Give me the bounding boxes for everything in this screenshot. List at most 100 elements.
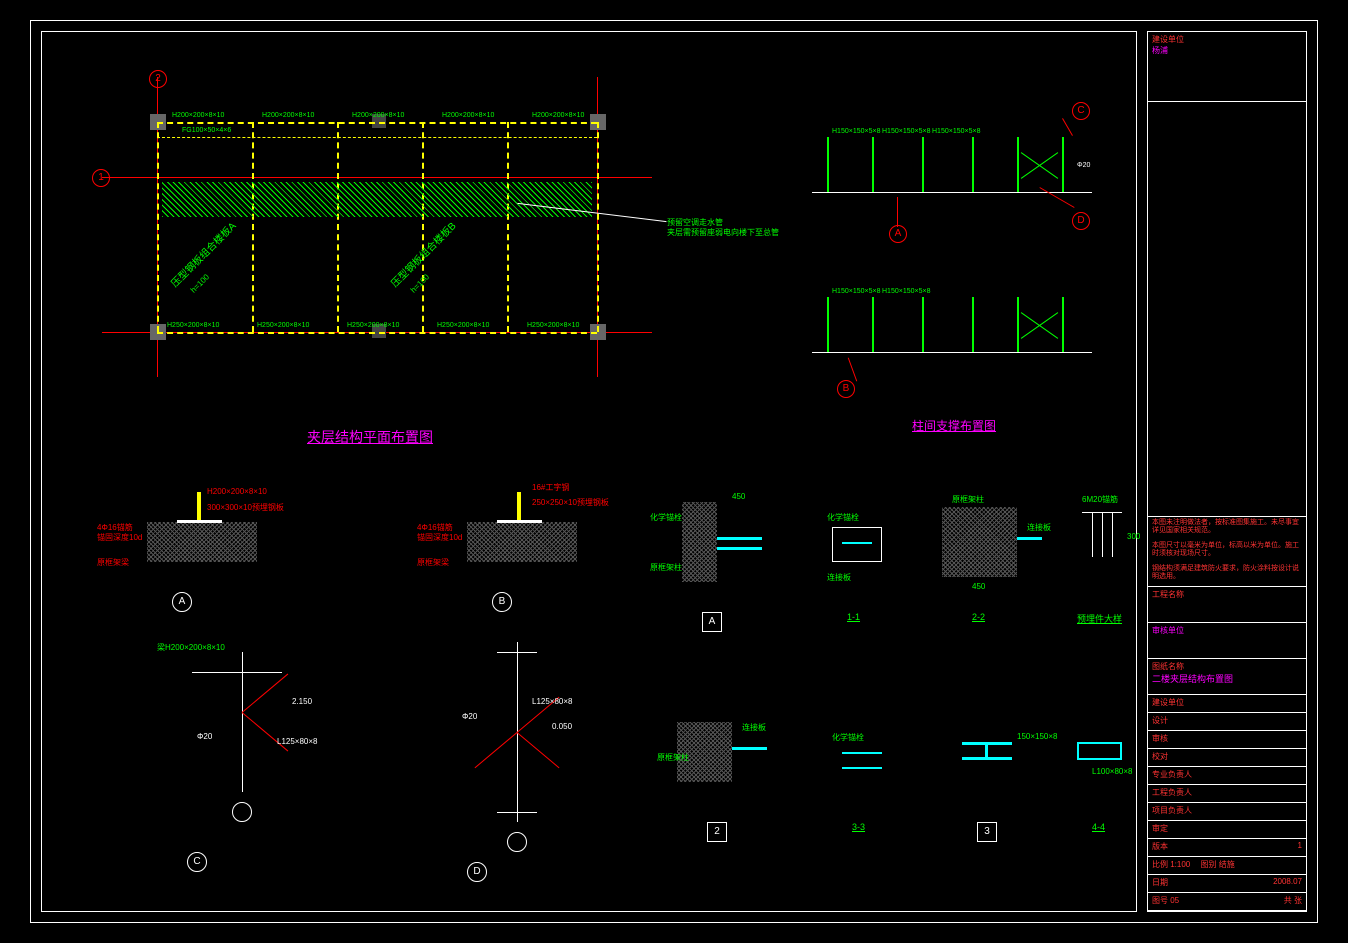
brace-label: H150×150×5×8: [882, 128, 930, 135]
det-tag-hex3: 3: [977, 822, 997, 842]
tb-review: 审核单位: [1148, 623, 1306, 659]
det-tag-d: D: [467, 862, 487, 882]
sec22-dim: 450: [972, 582, 985, 591]
grid-line-1: [102, 177, 652, 178]
leader: [1062, 118, 1073, 136]
drawing-area: 1 2 H200×200×8×10 H200×200×8×10 H200×200…: [41, 31, 1137, 912]
det-c-l1: 梁H200×200×8×10: [157, 642, 225, 653]
column-section: [942, 507, 1017, 577]
brace-col: [972, 137, 974, 192]
beam-label: H250×200×8×10: [437, 322, 489, 329]
tb-unit: 建设单位杨浦: [1148, 32, 1306, 102]
det-d-l3: Φ20: [462, 712, 477, 721]
grid-bubble-2: 2: [149, 70, 167, 88]
brace-col: [922, 297, 924, 352]
x-brace: [1017, 297, 1062, 352]
tb-drawing-name: 图纸名称二楼夹层结构布置图: [1148, 659, 1306, 695]
line: [192, 672, 282, 673]
det-d-l1: L125×80×8: [532, 697, 573, 706]
tb-r5: 建设单位: [1148, 695, 1306, 713]
tb-project: 工程名称: [1148, 587, 1306, 623]
tb-label: 审核单位: [1152, 626, 1184, 635]
tb-label: 日期: [1152, 878, 1168, 887]
brace-col: [1062, 297, 1064, 352]
det-tag-hex2: 2: [707, 822, 727, 842]
tb-label2: 图别: [1201, 860, 1217, 869]
det-tag-a: A: [172, 592, 192, 612]
leader: [897, 197, 898, 227]
steel-beam: [717, 537, 762, 540]
brace-line: [475, 732, 518, 768]
tb-spacer: [1148, 102, 1306, 517]
brace-col: [827, 137, 829, 192]
brace-label: H150×150×5×8: [882, 288, 930, 295]
tb-r14: 比例 1:100 图别 结施: [1148, 857, 1306, 875]
tb-note2: 本图尺寸以毫米为单位，标高以米为单位。施工时须核对现场尺寸。: [1152, 542, 1299, 557]
beam: [252, 122, 254, 332]
line: [497, 812, 537, 813]
tb-label: 图纸名称: [1152, 662, 1184, 671]
tb-r16: 图号 05 共 张: [1148, 893, 1306, 911]
det-tag-d-circle: [507, 832, 527, 852]
beam-label: H200×200×8×10: [532, 112, 584, 119]
plate: [177, 520, 222, 523]
beam-label: H200×200×8×10: [262, 112, 314, 119]
ground-line: [812, 352, 1092, 353]
bubble-c: C: [1072, 102, 1090, 120]
hatched-panel: [162, 182, 592, 217]
brace-label: H150×150×5×8: [832, 288, 880, 295]
leader: [848, 358, 857, 382]
line: [497, 652, 537, 653]
tb-val: 二楼夹层结构布置图: [1152, 674, 1233, 684]
det-b-l5: 原框架梁: [417, 557, 449, 568]
anchor: [1112, 512, 1113, 557]
steel-beam: [717, 547, 762, 550]
tb-r8: 校对: [1148, 749, 1306, 767]
beam: [507, 122, 509, 332]
det-a-l1: H200×200×8×10: [207, 487, 267, 496]
drawing-frame: 1 2 H200×200×8×10 H200×200×8×10 H200×200…: [30, 20, 1318, 923]
tb-val: 杨浦: [1152, 46, 1168, 55]
det2-l2: 连接板: [742, 722, 766, 733]
beam-label: FG100×50×4×6: [182, 127, 231, 134]
note: 夹层需预留座弱电向楼下至总管: [667, 227, 779, 238]
beam: [337, 122, 339, 332]
beam-label: H250×200×8×10: [527, 322, 579, 329]
steel: [842, 542, 872, 544]
sec11-l1: 化学锚栓: [827, 512, 859, 523]
det-ha-l2: 原框架柱: [650, 562, 682, 573]
beam: [157, 332, 597, 334]
steel: [1017, 537, 1042, 540]
tb-note1: 本图未注明做法者，按标准图集施工。未尽事宜详见国家相关规范。: [1152, 519, 1299, 534]
sec22-l2: 连接板: [1027, 522, 1051, 533]
tb-label: 工程名称: [1152, 590, 1184, 599]
brace-label: H150×150×5×8: [932, 128, 980, 135]
tb-val: 2008.07: [1273, 877, 1302, 886]
sec-tag-33: 3-3: [852, 822, 865, 832]
tb-label: 建设单位: [1152, 35, 1184, 44]
brace-col: [1062, 137, 1064, 192]
sec-tag-22: 2-2: [972, 612, 985, 622]
tb-note3: 钢结构须满足建筑防火要求，防火涂料按设计说明选用。: [1152, 565, 1299, 580]
tb-val: 1:100: [1170, 860, 1190, 869]
steel: [197, 492, 201, 522]
det-tag-c-circle: [232, 802, 252, 822]
sec-44-box: [1077, 742, 1122, 760]
beam: [157, 122, 159, 332]
beam: [422, 122, 424, 332]
beam-label: H250×200×8×10: [167, 322, 219, 329]
sec33-l1: 化学锚栓: [832, 732, 864, 743]
tb-label: 比例: [1152, 860, 1168, 869]
brace-col: [972, 297, 974, 352]
beam: [597, 122, 599, 332]
tb-val2: 结施: [1219, 860, 1235, 869]
bubble-b: B: [837, 380, 855, 398]
anchor: [1092, 512, 1093, 557]
beam: [157, 137, 597, 138]
tb-r7: 审核: [1148, 731, 1306, 749]
tb-r9: 专业负责人: [1148, 767, 1306, 785]
sec-33: [842, 752, 882, 782]
embed-tag: 预埋件大样: [1077, 612, 1122, 625]
det-d-l2: 0.050: [552, 722, 572, 731]
sec11-l2: 连接板: [827, 572, 851, 583]
